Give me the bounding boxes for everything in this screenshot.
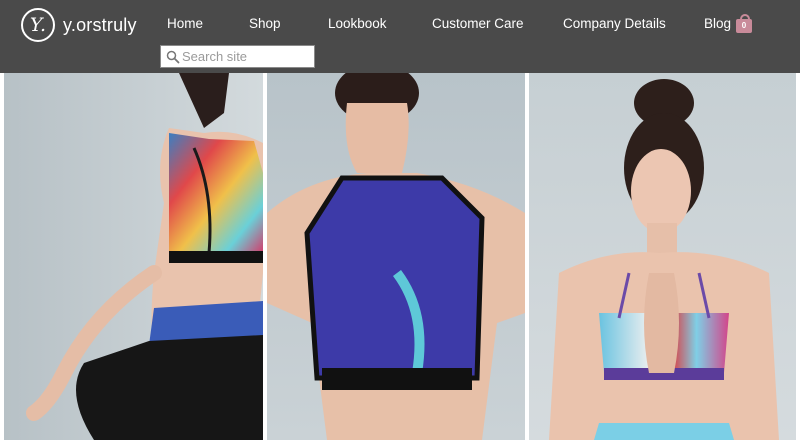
model-photo-printed-bra — [4, 73, 263, 440]
nav-customer-care[interactable]: Customer Care — [432, 16, 524, 31]
site-header: Y. y.orstruly Home Shop Lookbook Custome… — [0, 0, 800, 73]
main-nav: Home Shop Lookbook Customer Care Company… — [0, 16, 800, 36]
nav-home[interactable]: Home — [167, 16, 203, 31]
search-box[interactable] — [160, 45, 315, 68]
model-photo-mesh-back — [267, 73, 525, 440]
nav-company-details[interactable]: Company Details — [563, 16, 666, 31]
nav-lookbook[interactable]: Lookbook — [328, 16, 387, 31]
gallery-photo[interactable] — [4, 73, 263, 440]
gallery-photo[interactable] — [529, 73, 796, 440]
cart-button[interactable]: 0 — [736, 14, 752, 33]
search-icon — [166, 50, 180, 63]
search-input[interactable] — [180, 49, 310, 64]
model-photo-yoga-pose — [529, 73, 796, 440]
lookbook-gallery — [0, 73, 800, 440]
nav-blog[interactable]: Blog — [704, 16, 731, 31]
cart-count: 0 — [741, 21, 747, 30]
gallery-photo[interactable] — [267, 73, 525, 440]
nav-shop[interactable]: Shop — [249, 16, 281, 31]
